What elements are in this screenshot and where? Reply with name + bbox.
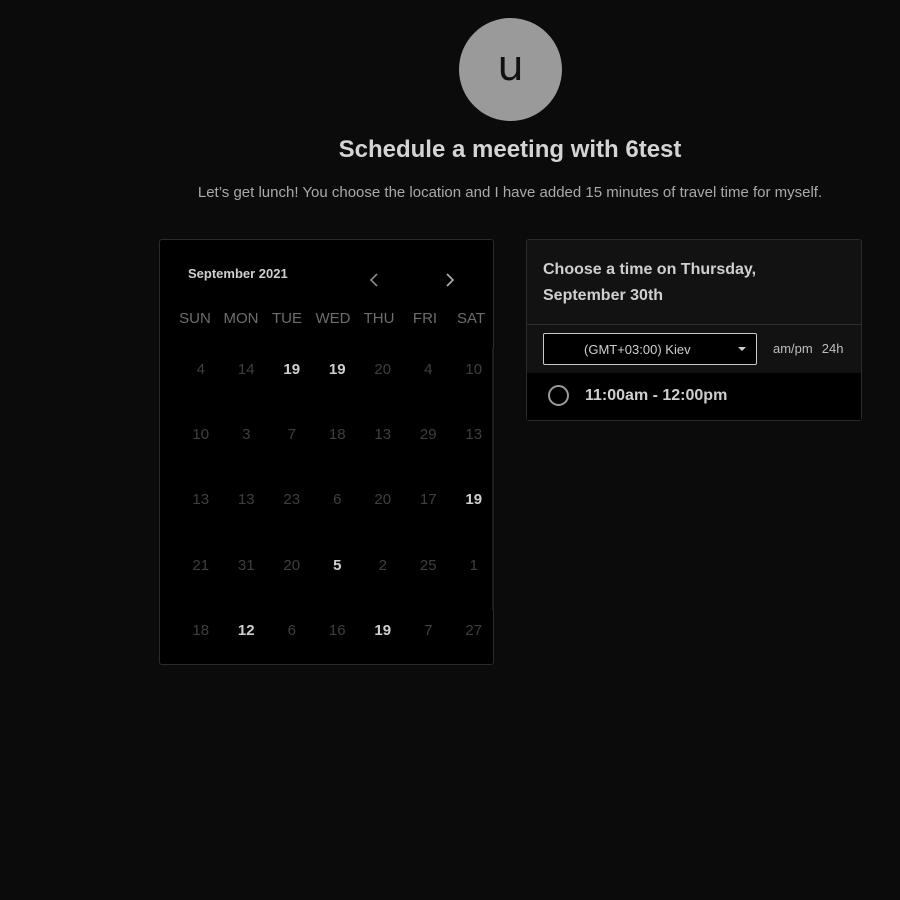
- day-grid: 4 14 19 19 20 4 10 10 3 7 18 13 29 13 13 13 23 6 20 17 19 21 3…: [178, 348, 496, 674]
- calendar-day[interactable]: 23: [269, 478, 315, 543]
- calendar-day[interactable]: 18: [315, 413, 361, 478]
- weekday-label: THU: [363, 310, 395, 327]
- calendar-day[interactable]: 16: [315, 609, 361, 674]
- calendar-day[interactable]: 19: [360, 609, 406, 674]
- calendar-day[interactable]: 13: [178, 478, 224, 543]
- calendar-day[interactable]: 27: [451, 609, 497, 674]
- calendar-day[interactable]: 12: [224, 609, 270, 674]
- calendar-day[interactable]: 20: [360, 478, 406, 543]
- calendar-day[interactable]: 7: [269, 413, 315, 478]
- next-month-button[interactable]: [438, 268, 462, 292]
- calendar-day[interactable]: 19: [269, 348, 315, 413]
- radio-icon: [548, 385, 569, 406]
- avatar-initial: u: [497, 40, 524, 90]
- calendar-day[interactable]: 2: [360, 544, 406, 609]
- calendar-day[interactable]: 29: [406, 413, 452, 478]
- calendar-day[interactable]: 1: [451, 544, 497, 609]
- caret-down-icon: [738, 347, 746, 351]
- event-description: Let’s get lunch! You choose the location…: [197, 184, 823, 201]
- calendar-day[interactable]: 4: [406, 348, 452, 413]
- calendar-day[interactable]: 5: [315, 544, 361, 609]
- time-heading: Choose a time on Thursday, September 30t…: [543, 261, 757, 304]
- calendar-day[interactable]: 17: [406, 478, 452, 543]
- prev-month-button[interactable]: [362, 268, 386, 292]
- chevron-right-icon: [446, 273, 455, 287]
- calendar-day[interactable]: 25: [406, 544, 452, 609]
- calendar-day[interactable]: 13: [224, 478, 270, 543]
- weekday-label: FRI: [412, 310, 438, 327]
- calendar-day[interactable]: 20: [360, 348, 406, 413]
- calendar-day[interactable]: 13: [451, 413, 497, 478]
- calendar-day[interactable]: 20: [269, 544, 315, 609]
- calendar-day[interactable]: 31: [224, 544, 270, 609]
- calendar-day[interactable]: 7: [406, 609, 452, 674]
- time-format-toggle: am/pm 24h: [773, 341, 843, 356]
- calendar-day[interactable]: 10: [451, 348, 497, 413]
- booking-page: u Schedule a meeting with 6test Let’s ge…: [0, 0, 900, 900]
- weekday-label: WED: [315, 310, 351, 327]
- calendar-day[interactable]: 3: [224, 413, 270, 478]
- weekday-header: SUN MON TUE WED THU FRI SAT: [172, 310, 494, 327]
- time-slot-option[interactable]: 11:00am - 12:00pm: [527, 373, 861, 420]
- weekday-label: SUN: [179, 310, 211, 327]
- page-title: Schedule a meeting with 6test: [338, 136, 682, 163]
- timezone-select[interactable]: (GMT+03:00) Kiev: [543, 333, 757, 365]
- calendar-day[interactable]: 14: [224, 348, 270, 413]
- format-24h-option[interactable]: 24h: [822, 341, 844, 356]
- weekday-label: MON: [223, 310, 259, 327]
- timezone-value: (GMT+03:00) Kiev: [584, 342, 691, 357]
- date-picker: September 2021 SUN MON TUE WED THU FRI S…: [159, 239, 494, 665]
- calendar-day[interactable]: 4: [178, 348, 224, 413]
- calendar-day[interactable]: 19: [451, 478, 497, 543]
- divider: [527, 324, 861, 325]
- calendar-day[interactable]: 6: [315, 478, 361, 543]
- format-ampm-option[interactable]: am/pm: [773, 341, 813, 356]
- month-label: September 2021: [188, 266, 288, 281]
- calendar-day[interactable]: 18: [178, 609, 224, 674]
- calendar-day[interactable]: 21: [178, 544, 224, 609]
- avatar: u: [459, 18, 562, 121]
- chevron-left-icon: [369, 273, 378, 287]
- calendar-day[interactable]: 6: [269, 609, 315, 674]
- calendar-edge-strip: [492, 348, 494, 610]
- calendar-day[interactable]: 13: [360, 413, 406, 478]
- calendar-day[interactable]: 10: [178, 413, 224, 478]
- weekday-label: TUE: [272, 310, 302, 327]
- time-picker: Choose a time on Thursday, September 30t…: [526, 239, 862, 421]
- calendar-day[interactable]: 19: [315, 348, 361, 413]
- time-slot-label: 11:00am - 12:00pm: [585, 387, 728, 404]
- weekday-label: SAT: [456, 310, 486, 327]
